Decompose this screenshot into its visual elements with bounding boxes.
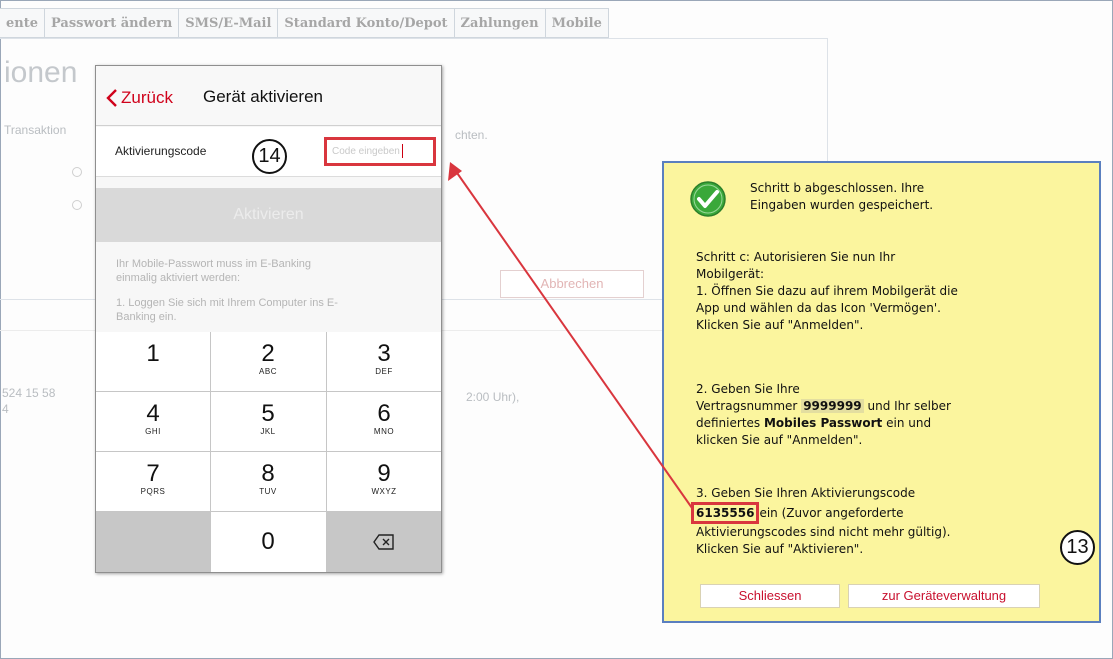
annotation-arrow: [448, 162, 693, 509]
